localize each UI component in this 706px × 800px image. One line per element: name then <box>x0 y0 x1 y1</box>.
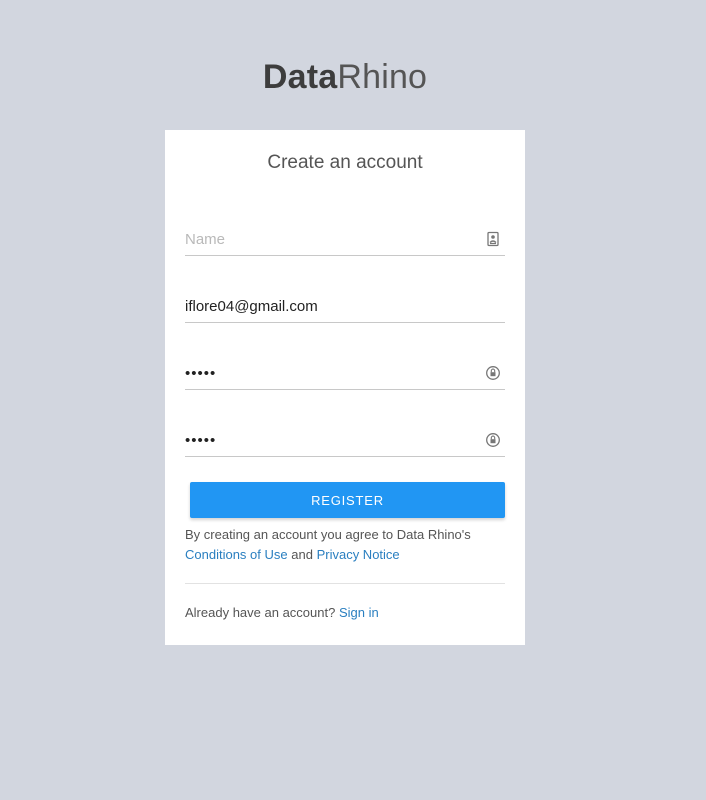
brand-logo: DataRhino <box>0 58 690 97</box>
signin-row: Already have an account? Sign in <box>185 605 505 620</box>
form-title: Create an account <box>267 152 423 173</box>
password-input[interactable] <box>185 359 475 387</box>
register-card: Create an account REGISTER By creating a… <box>165 130 525 645</box>
brand-logo-bold: Data <box>262 58 338 96</box>
email-input[interactable] <box>185 292 475 320</box>
terms-text: By creating an account you agree to Data… <box>185 525 505 565</box>
name-field <box>185 225 505 256</box>
password-field <box>185 359 505 390</box>
register-button[interactable]: REGISTER <box>190 482 505 518</box>
lock-icon <box>486 366 500 380</box>
terms-prefix: By creating an account you agree to Data… <box>185 527 471 542</box>
email-field <box>185 292 505 323</box>
brand-logo-light: Rhino <box>337 58 428 96</box>
name-input[interactable] <box>185 225 475 253</box>
terms-and: and <box>291 547 313 562</box>
divider <box>185 583 505 584</box>
conditions-of-use-link[interactable]: Conditions of Use <box>185 547 288 562</box>
signin-prompt: Already have an account? <box>185 605 336 620</box>
confirm-password-input[interactable] <box>185 426 475 454</box>
contact-card-icon <box>487 231 499 247</box>
privacy-notice-link[interactable]: Privacy Notice <box>317 547 400 562</box>
sign-in-link[interactable]: Sign in <box>339 605 379 620</box>
lock-icon <box>486 433 500 447</box>
confirm-password-field <box>185 426 505 457</box>
